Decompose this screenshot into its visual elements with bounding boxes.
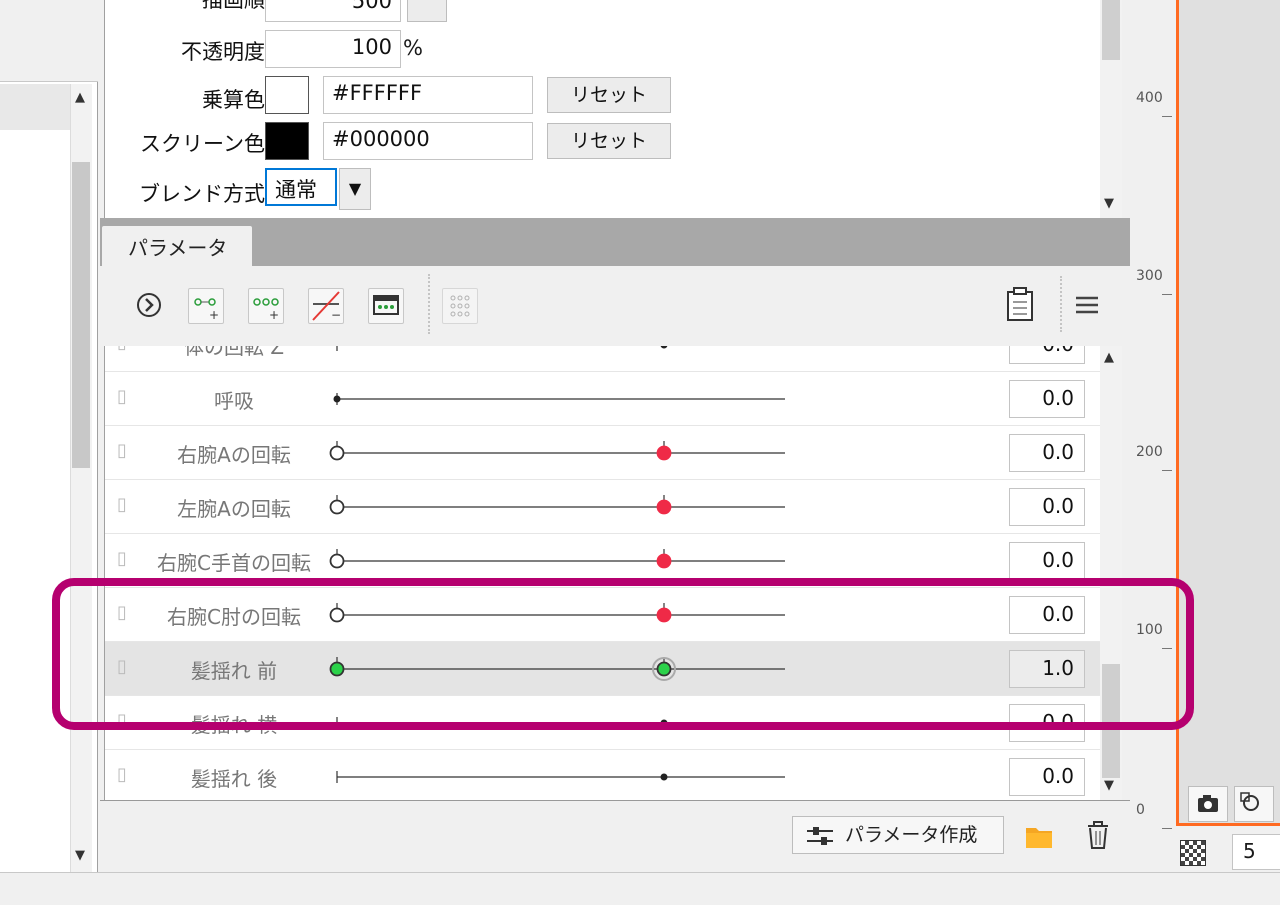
tab-parameters[interactable]: パラメータ xyxy=(102,226,252,268)
slider-key[interactable] xyxy=(329,499,345,515)
parameter-slider[interactable] xyxy=(105,346,785,372)
ruler-tick xyxy=(1162,116,1172,117)
menu-icon[interactable] xyxy=(1074,294,1100,316)
opacity-label: 不透明度 xyxy=(181,40,265,64)
slider-handle[interactable] xyxy=(333,395,341,403)
left-panel-header xyxy=(0,0,98,82)
slider-key[interactable] xyxy=(329,553,345,569)
slider-handle[interactable] xyxy=(660,346,668,349)
create-parameter-label: パラメータ作成 xyxy=(845,824,978,846)
highlight-annotation xyxy=(52,578,1194,730)
screen-color-label: スクリーン色 xyxy=(140,132,265,156)
delete-key-icon[interactable]: − xyxy=(308,288,344,324)
screen-color-swatch[interactable] xyxy=(265,122,309,160)
parameter-row[interactable]: ▯ 呼吸 0.0 xyxy=(105,372,1100,426)
multiply-color-label: 乗算色 xyxy=(202,88,265,112)
create-parameter-button[interactable]: パラメータ作成 xyxy=(792,816,1004,854)
vertical-ruler xyxy=(1130,0,1176,872)
slider-handle[interactable] xyxy=(660,773,668,781)
dropdown-arrow-icon[interactable]: ▼ xyxy=(339,168,371,210)
screen-reset-button[interactable]: リセット xyxy=(547,123,671,159)
ruler-label: 0 xyxy=(1136,802,1145,818)
camera-button[interactable] xyxy=(1188,786,1228,822)
slider-key[interactable] xyxy=(329,445,345,461)
properties-panel: 描画順 500 不透明度 100 % 乗算色 #FFFFFF リセット スクリー… xyxy=(104,0,1122,218)
parameter-row[interactable]: ▯ 右腕Aの回転 0.0 xyxy=(105,426,1100,480)
clipboard-icon[interactable] xyxy=(1002,286,1038,324)
expand-circle-icon[interactable] xyxy=(134,290,164,320)
draw-order-input[interactable]: 500 xyxy=(265,0,401,22)
parameter-scroll-up-icon[interactable]: ▲ xyxy=(1104,350,1114,365)
opacity-unit: % xyxy=(403,36,423,60)
blend-mode-label: ブレンド方式 xyxy=(139,182,265,206)
parameter-scroll-down-icon[interactable]: ▼ xyxy=(1104,778,1114,793)
svg-text:+: + xyxy=(209,308,219,322)
parameter-toolbar: + + − xyxy=(100,266,1130,346)
canvas-controls: 5 xyxy=(1176,786,1280,872)
add-three-keys-icon[interactable]: + xyxy=(248,288,284,324)
grid-icon[interactable] xyxy=(442,288,478,324)
parameter-row[interactable]: ▯体の回転 Z0.0 xyxy=(105,346,1100,372)
slider-key[interactable] xyxy=(656,553,672,569)
left-panel-scroll-thumb[interactable] xyxy=(72,162,90,468)
multiply-reset-button[interactable]: リセット xyxy=(547,77,671,113)
reset-view-button[interactable] xyxy=(1234,786,1274,822)
parameter-slider[interactable] xyxy=(105,480,785,534)
parameter-slider[interactable] xyxy=(105,372,785,426)
ruler-label: 400 xyxy=(1136,90,1163,106)
draw-order-spinner[interactable] xyxy=(407,0,447,22)
parameter-value[interactable]: 0.0 xyxy=(1009,758,1085,796)
left-panel: ▲ ▼ xyxy=(0,0,98,872)
parameter-value[interactable]: 0.0 xyxy=(1009,346,1085,364)
properties-scroll-down-icon[interactable]: ▼ xyxy=(1104,196,1114,211)
left-panel-selected-row[interactable] xyxy=(0,84,70,130)
parameter-tab-bar xyxy=(100,218,1130,266)
scroll-down-icon[interactable]: ▼ xyxy=(75,848,85,863)
toolbar-separator xyxy=(428,274,430,334)
zoom-input[interactable]: 5 xyxy=(1232,834,1280,870)
ruler-tick xyxy=(1162,828,1172,829)
parameter-value[interactable]: 0.0 xyxy=(1009,488,1085,526)
parameter-value[interactable]: 0.0 xyxy=(1009,434,1085,472)
ruler-tick xyxy=(1162,294,1172,295)
toolbar-separator xyxy=(1060,276,1062,332)
folder-icon[interactable] xyxy=(1024,822,1054,850)
transparency-grid-icon[interactable] xyxy=(1180,840,1206,866)
properties-scroll-thumb[interactable] xyxy=(1102,0,1120,60)
slider-key[interactable] xyxy=(656,499,672,515)
parameter-value[interactable]: 0.0 xyxy=(1009,380,1085,418)
blend-mode-select[interactable]: 通常 xyxy=(265,168,337,206)
trash-icon[interactable] xyxy=(1086,820,1110,850)
ruler-label: 300 xyxy=(1136,268,1163,284)
ruler-label: 200 xyxy=(1136,444,1163,460)
scroll-up-icon[interactable]: ▲ xyxy=(75,90,85,105)
parameter-row[interactable]: ▯ 左腕Aの回転 0.0 xyxy=(105,480,1100,534)
svg-text:−: − xyxy=(331,308,341,322)
parameter-slider[interactable] xyxy=(105,750,785,800)
multiply-color-swatch[interactable] xyxy=(265,76,309,114)
status-bar xyxy=(0,872,1280,905)
draw-order-label: 描画順 xyxy=(202,0,265,12)
add-key-icon[interactable]: + xyxy=(188,288,224,324)
parameter-row[interactable]: ▯ 髪揺れ 後 0.0 xyxy=(105,750,1100,800)
parameter-list: ▯体の回転 Z0.0▯呼吸0.0▯右腕Aの回転0.0▯左腕Aの回転0.0▯右腕C… xyxy=(104,346,1100,800)
parameter-slider[interactable] xyxy=(105,426,785,480)
ruler-tick xyxy=(1162,470,1172,471)
slider-key[interactable] xyxy=(656,445,672,461)
camera-icon xyxy=(1198,795,1218,812)
screen-color-hex[interactable]: #000000 xyxy=(323,122,533,160)
svg-text:+: + xyxy=(269,308,279,322)
sliders-icon xyxy=(807,827,833,845)
keyform-window-icon[interactable] xyxy=(368,288,404,324)
multiply-color-hex[interactable]: #FFFFFF xyxy=(323,76,533,114)
opacity-input[interactable]: 100 xyxy=(265,30,401,68)
parameter-value[interactable]: 0.0 xyxy=(1009,542,1085,580)
reset-view-icon xyxy=(1240,792,1259,811)
